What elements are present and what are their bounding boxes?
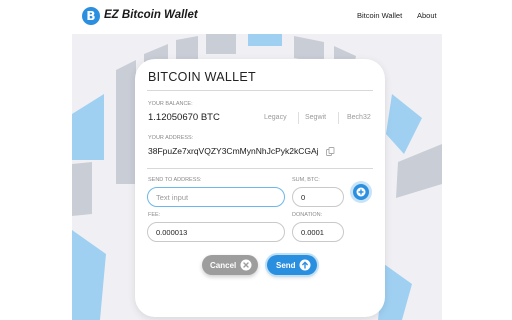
- fee-input[interactable]: [147, 222, 285, 242]
- donation-input[interactable]: [292, 222, 344, 242]
- format-bech32-tab[interactable]: Bech32: [347, 114, 371, 121]
- send-to-label: SEND TO ADDRESS:: [148, 177, 202, 183]
- add-recipient-button[interactable]: [353, 184, 369, 200]
- address-value: 38FpuZe7xrqVQZY3CmMynNhJcPyk2kCGAj: [148, 146, 319, 156]
- sum-label: SUM, BTC:: [292, 177, 320, 183]
- cancel-button[interactable]: Cancel: [202, 255, 258, 275]
- format-separator: [338, 112, 339, 124]
- balance-label: YOUR BALANCE:: [148, 101, 193, 107]
- donation-label: DONATION:: [292, 212, 323, 218]
- balance-value: 1.12050670 BTC: [148, 112, 220, 123]
- address-label: YOUR ADDRESS:: [148, 135, 194, 141]
- arrow-up-circle-icon: [299, 259, 311, 271]
- send-to-address-input[interactable]: [147, 187, 285, 207]
- format-separator: [298, 112, 299, 124]
- nav-link-bitcoin-wallet[interactable]: Bitcoin Wallet: [357, 11, 402, 20]
- card-title: BITCOIN WALLET: [148, 70, 256, 84]
- divider: [147, 168, 373, 169]
- bitcoin-logo-icon: B: [82, 7, 100, 25]
- divider: [147, 90, 373, 91]
- x-circle-icon: [240, 259, 252, 271]
- format-legacy-tab[interactable]: Legacy: [264, 114, 287, 121]
- send-button[interactable]: Send: [267, 255, 317, 275]
- fee-label: FEE:: [148, 212, 161, 218]
- top-bar: B EZ Bitcoin Wallet Bitcoin Wallet About: [0, 0, 512, 34]
- format-segwit-tab[interactable]: Segwit: [305, 114, 326, 121]
- brand-title: EZ Bitcoin Wallet: [104, 9, 198, 21]
- sum-input[interactable]: [292, 187, 344, 207]
- send-button-label: Send: [276, 261, 296, 270]
- wallet-card: BITCOIN WALLET YOUR BALANCE: 1.12050670 …: [135, 59, 385, 317]
- nav-link-about[interactable]: About: [417, 11, 437, 20]
- cancel-button-label: Cancel: [210, 261, 237, 270]
- plus-circle-icon: [356, 187, 366, 197]
- copy-icon[interactable]: [326, 147, 335, 156]
